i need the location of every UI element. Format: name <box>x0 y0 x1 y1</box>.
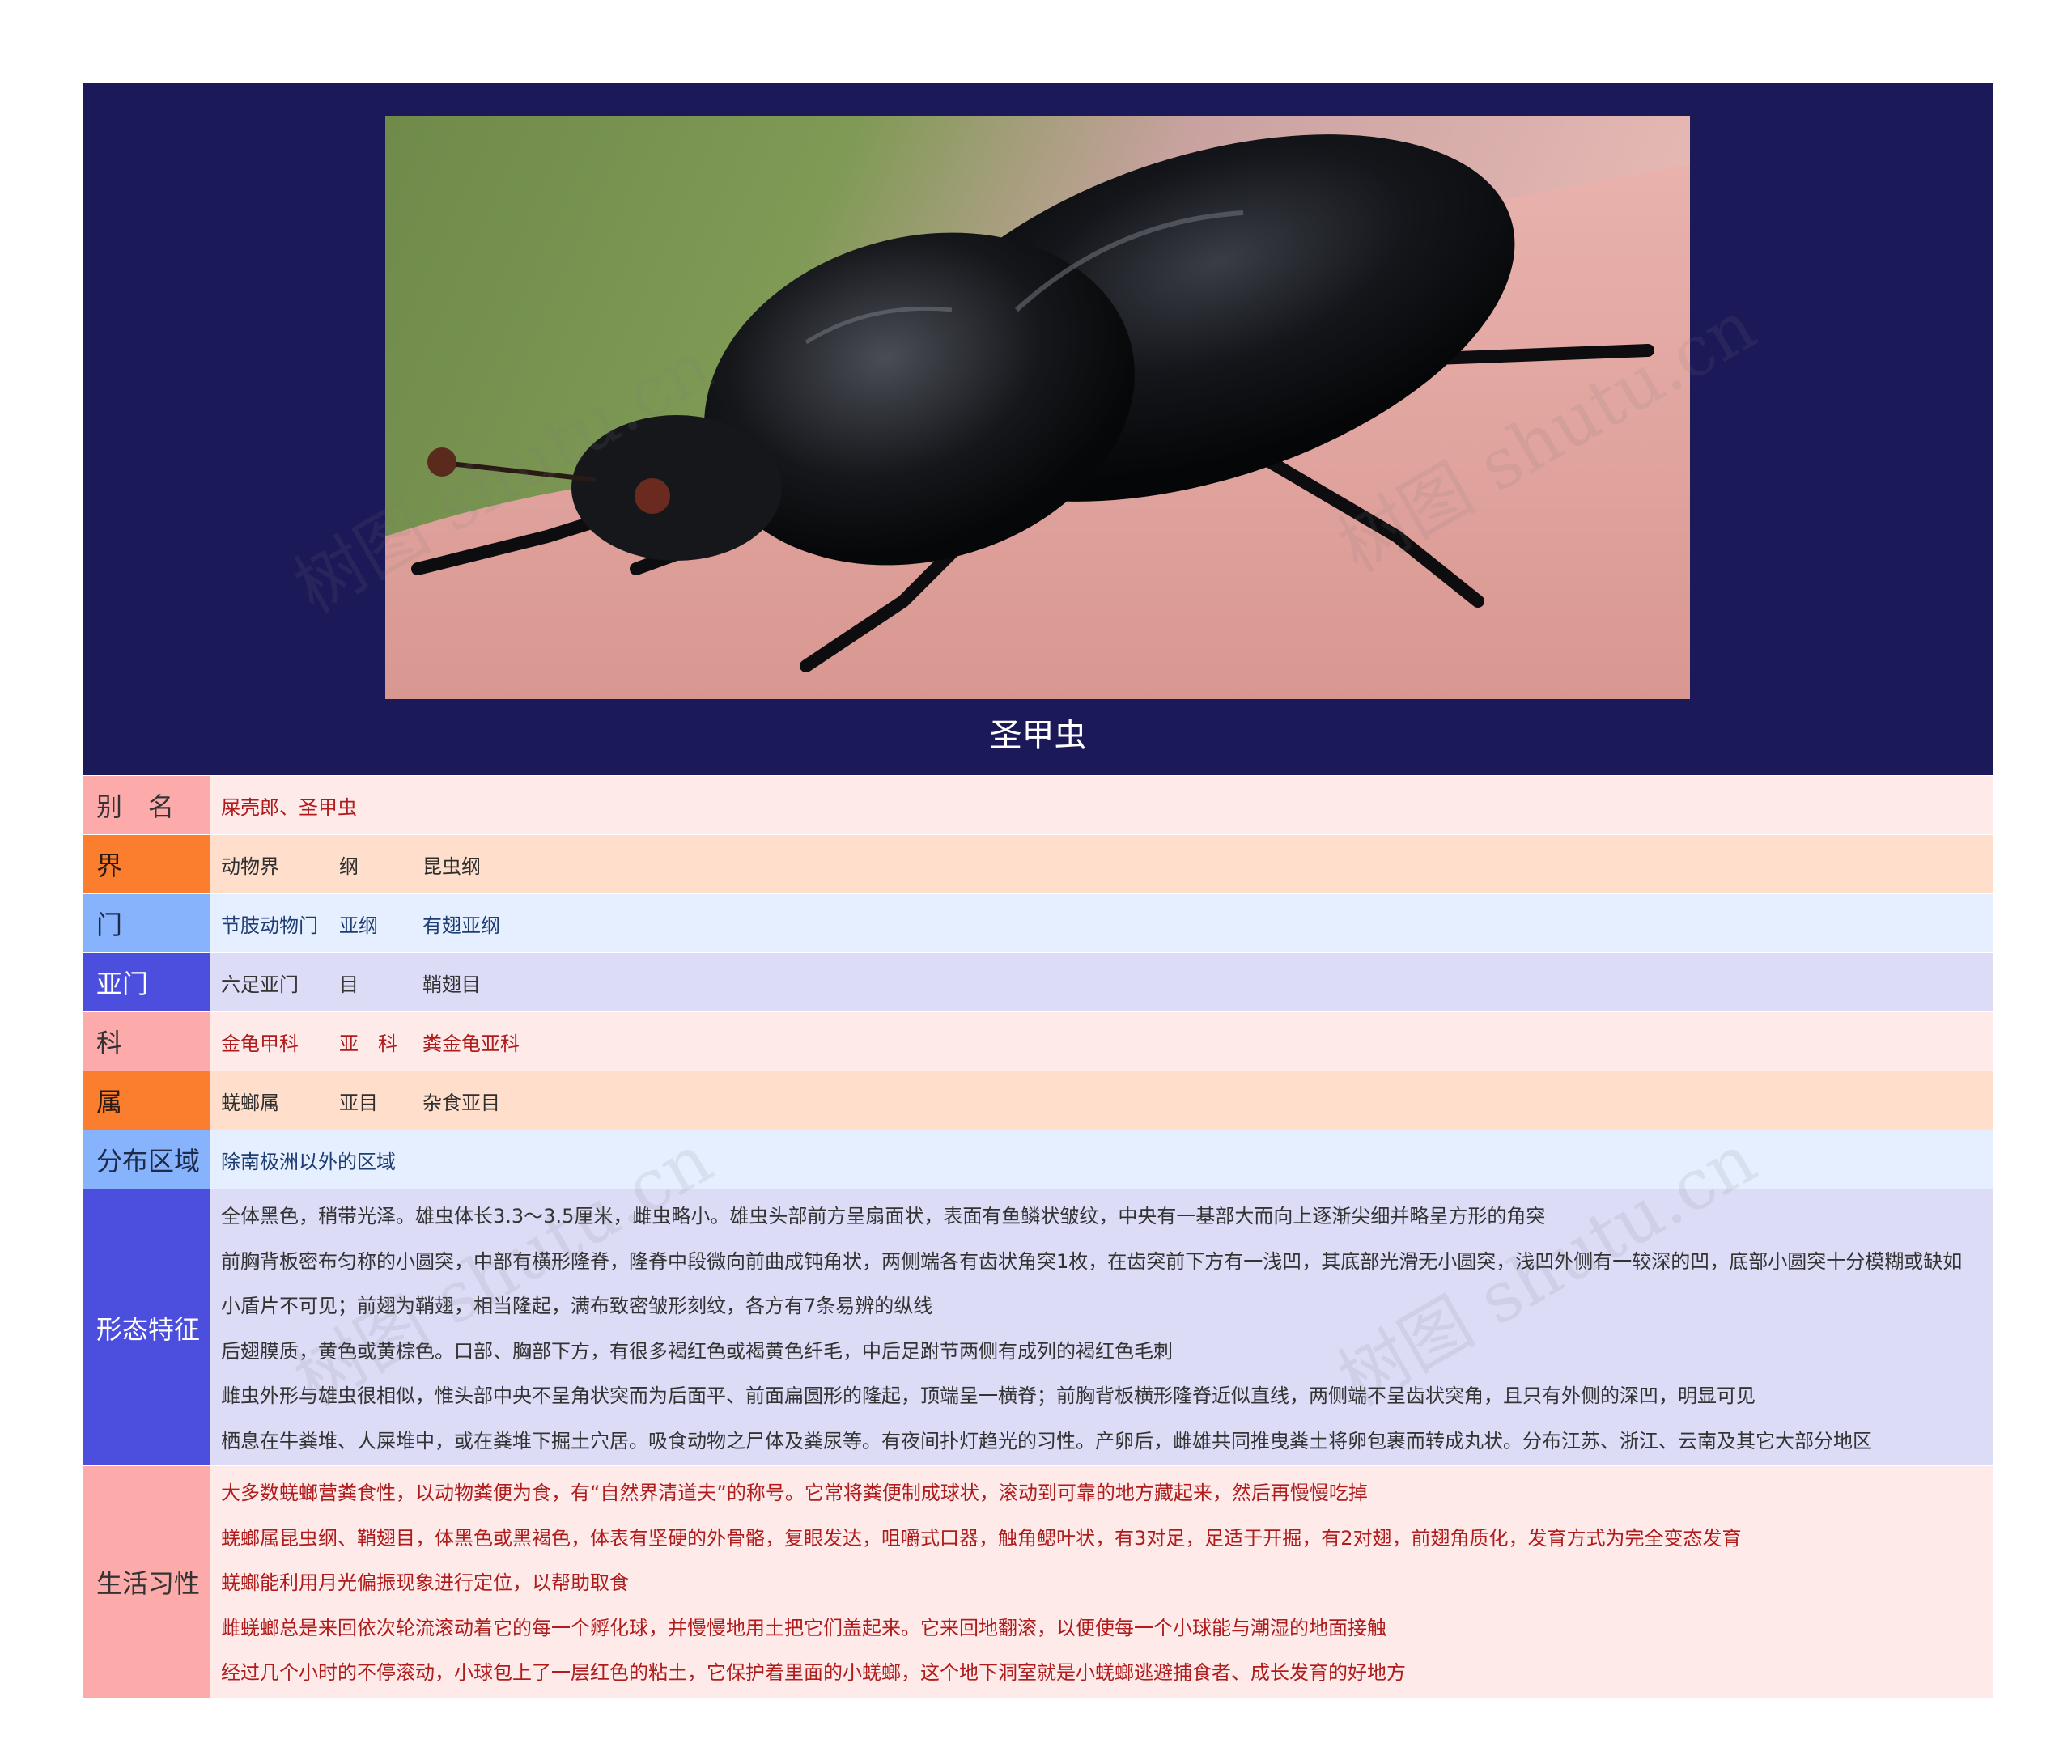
row-content: 除南极洲以外的区域 <box>210 1130 1993 1189</box>
row-content: 大多数蜣螂营粪食性，以动物粪便为食，有“自然界清道夫”的称号。它常将粪便制成球状… <box>210 1466 1993 1698</box>
row-alias: 别 名 屎壳郎、圣甲虫 <box>83 776 1993 834</box>
cell-value: 屎壳郎、圣甲虫 <box>221 795 357 819</box>
row-content: 六足亚门 目 鞘翅目 <box>210 953 1993 1011</box>
header-panel: 圣甲虫 <box>83 83 1993 775</box>
row-label: 界 <box>83 835 210 893</box>
paragraph: 蜣螂能利用月光偏振现象进行定位，以帮助取食 <box>221 1571 629 1594</box>
row-content: 金龟甲科 亚 科 粪金龟亚科 <box>210 1012 1993 1071</box>
row-content: 蜣螂属 亚目 杂食亚目 <box>210 1071 1993 1130</box>
paragraph: 蜣螂属昆虫纲、鞘翅目，体黑色或黑褐色，体表有坚硬的外骨骼，复眼发达，咀嚼式口器，… <box>221 1526 1742 1550</box>
row-label: 属 <box>83 1071 210 1130</box>
row-genus: 属 蜣螂属 亚目 杂食亚目 <box>83 1071 1993 1130</box>
row-content: 节肢动物门 亚纲 有翅亚纲 <box>210 894 1993 952</box>
row-distribution: 分布区域 除南极洲以外的区域 <box>83 1130 1993 1189</box>
paragraph: 小盾片不可见；前翅为鞘翅，相当隆起，满布致密皱形刻纹，各方有7条易辨的纵线 <box>221 1295 933 1317</box>
row-label: 门 <box>83 894 210 952</box>
row-label: 生活习性 <box>83 1466 210 1698</box>
cell-sublabel: 亚目 <box>339 1091 378 1114</box>
row-family: 科 金龟甲科 亚 科 粪金龟亚科 <box>83 1012 1993 1071</box>
cell-sublabel: 亚纲 <box>339 914 378 937</box>
paragraph: 前胸背板密布匀称的小圆突，中部有横形隆脊，隆脊中段微向前曲成钝角状，两侧端各有齿… <box>221 1249 1963 1273</box>
info-card: 圣甲虫 别 名 屎壳郎、圣甲虫 界 动物界 纲 昆虫纲 门 节肢动物门 亚纲 有… <box>83 83 1993 1698</box>
row-label: 科 <box>83 1012 210 1071</box>
page-title: 圣甲虫 <box>989 717 1087 754</box>
row-label: 亚门 <box>83 953 210 1011</box>
cell-value: 动物界 <box>221 854 279 878</box>
row-subphylum: 亚门 六足亚门 目 鞘翅目 <box>83 953 1993 1011</box>
paragraph: 雌虫外形与雄虫很相似，惟头部中央不呈角状突而为后面平、前面扁圆形的隆起，顶端呈一… <box>221 1384 1756 1407</box>
cell-value: 六足亚门 <box>221 973 299 996</box>
row-label: 分布区域 <box>83 1130 210 1189</box>
paragraph: 大多数蜣螂营粪食性，以动物粪便为食，有“自然界清道夫”的称号。它常将粪便制成球状… <box>221 1482 1368 1504</box>
cell-value: 杂食亚目 <box>422 1091 500 1114</box>
cell-sublabel: 纲 <box>339 854 359 878</box>
paragraph: 全体黑色，稍带光泽。雄虫体长3.3～3.5厘米，雌虫略小。雄虫头部前方呈扇面状，… <box>221 1205 1546 1228</box>
cell-value: 粪金龟亚科 <box>422 1032 520 1055</box>
cell-value: 除南极洲以外的区域 <box>221 1150 396 1173</box>
paragraph: 经过几个小时的不停滚动，小球包上了一层红色的粘土，它保护着里面的小蜣螂，这个地下… <box>221 1661 1406 1684</box>
row-morphology: 形态特征 全体黑色，稍带光泽。雄虫体长3.3～3.5厘米，雌虫略小。雄虫头部前方… <box>83 1189 1993 1465</box>
cell-sublabel: 目 <box>339 973 359 996</box>
row-content: 屎壳郎、圣甲虫 <box>210 776 1993 834</box>
cell-value: 昆虫纲 <box>422 854 481 878</box>
row-habits: 生活习性 大多数蜣螂营粪食性，以动物粪便为食，有“自然界清道夫”的称号。它常将粪… <box>83 1466 1993 1698</box>
paragraph: 雌蜣螂总是来回依次轮流滚动着它的每一个孵化球，并慢慢地用土把它们盖起来。它来回地… <box>221 1616 1386 1639</box>
cell-value: 节肢动物门 <box>221 914 318 937</box>
row-phylum: 门 节肢动物门 亚纲 有翅亚纲 <box>83 894 1993 952</box>
row-content: 全体黑色，稍带光泽。雄虫体长3.3～3.5厘米，雌虫略小。雄虫头部前方呈扇面状，… <box>210 1189 1993 1465</box>
row-label: 形态特征 <box>83 1189 210 1465</box>
cell-value: 蜣螂属 <box>221 1091 279 1114</box>
row-kingdom: 界 动物界 纲 昆虫纲 <box>83 835 1993 893</box>
cell-value: 有翅亚纲 <box>422 914 500 937</box>
row-label: 别 名 <box>83 776 210 834</box>
paragraph: 栖息在牛粪堆、人屎堆中，或在粪堆下掘土穴居。吸食动物之尸体及粪尿等。有夜间扑灯趋… <box>221 1429 1872 1452</box>
cell-value: 金龟甲科 <box>221 1032 299 1055</box>
cell-value: 鞘翅目 <box>422 973 481 996</box>
cell-sublabel: 亚 科 <box>339 1032 397 1055</box>
row-content: 动物界 纲 昆虫纲 <box>210 835 1993 893</box>
paragraph: 后翅膜质，黄色或黄棕色。口部、胸部下方，有很多褐红色或褐黄色纤毛，中后足跗节两侧… <box>221 1339 1173 1363</box>
beetle-photo <box>385 116 1690 699</box>
